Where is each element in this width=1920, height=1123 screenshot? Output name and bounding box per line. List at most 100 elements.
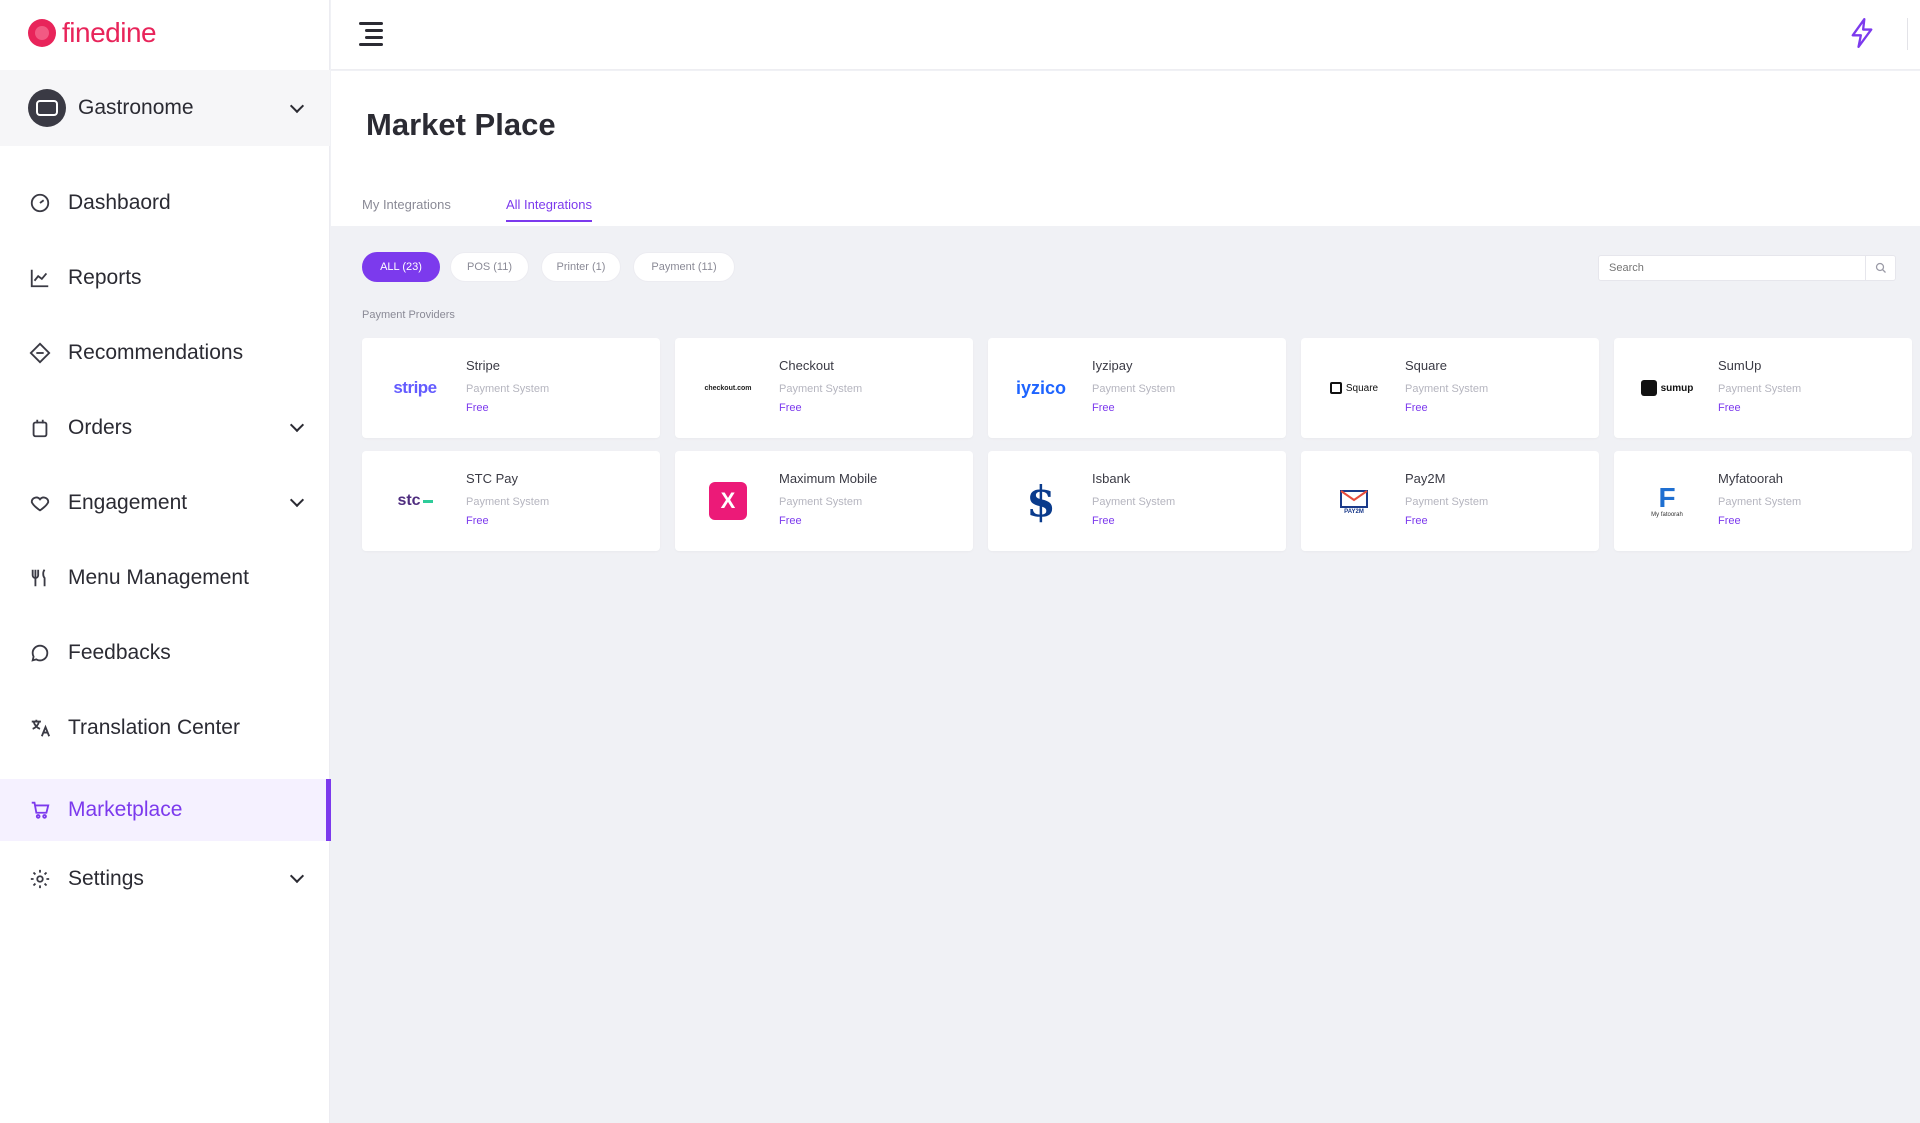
sidebar-item-reports[interactable]: Reports xyxy=(0,240,330,315)
sidebar-item-label: Orders xyxy=(68,415,133,439)
integration-type: Payment System xyxy=(466,496,550,508)
integration-card-stc-pay[interactable]: stc STC Pay Payment System Free xyxy=(362,451,660,551)
iyzico-logo: iyzico xyxy=(1015,377,1067,398)
integration-name: Iyzipay xyxy=(1092,358,1133,373)
sidebar-item-label: Marketplace xyxy=(68,798,183,821)
integration-price: Free xyxy=(1718,402,1741,414)
integration-name: SumUp xyxy=(1718,358,1762,373)
isbank-logo: $ xyxy=(1026,476,1056,526)
search-input[interactable] xyxy=(1599,256,1865,280)
integration-card-checkout[interactable]: checkout.com Checkout Payment System Fre… xyxy=(675,338,973,438)
sidebar-item-settings[interactable]: Settings xyxy=(0,841,330,916)
search-icon xyxy=(1875,262,1886,273)
page-header: Market Place My Integrations All Integra… xyxy=(331,71,1920,226)
divider xyxy=(1907,18,1908,50)
integration-type: Payment System xyxy=(1092,383,1176,395)
sidebar-item-label: Menu Management xyxy=(68,565,249,589)
cutlery-icon xyxy=(28,566,52,590)
checkout-logo: checkout.com xyxy=(704,384,752,392)
sidebar-toggle-icon[interactable] xyxy=(355,20,385,46)
integration-type: Payment System xyxy=(1405,383,1489,395)
filter-chip-pos[interactable]: POS (11) xyxy=(450,252,529,282)
top-bar xyxy=(331,0,1920,70)
square-logo: Square xyxy=(1319,363,1389,413)
venue-avatar xyxy=(28,89,66,127)
integration-card-sumup[interactable]: sumup SumUp Payment System Free xyxy=(1614,338,1912,438)
myfatoorah-logo: F My fatoorah xyxy=(1651,482,1683,519)
sidebar: finedine Gastronome Dashbaord Reports Re… xyxy=(0,0,331,1123)
tab-all-integrations[interactable]: All Integrations xyxy=(506,197,592,222)
sidebar-item-orders[interactable]: Orders xyxy=(0,390,330,465)
chevron-down-icon xyxy=(289,417,305,433)
sidebar-item-label: Recommendations xyxy=(68,340,244,364)
brand-name: finedine xyxy=(62,17,157,48)
maximum-mobile-logo: X xyxy=(693,476,763,526)
integration-type: Payment System xyxy=(1718,383,1802,395)
filter-chip-printer[interactable]: Printer (1) xyxy=(541,252,621,282)
search-box xyxy=(1598,255,1896,281)
orders-icon xyxy=(28,416,52,440)
sidebar-item-engagement[interactable]: Engagement xyxy=(0,465,330,540)
venue-selector[interactable]: Gastronome xyxy=(0,70,330,146)
chevron-down-icon xyxy=(289,868,305,884)
sidebar-item-label: Translation Center xyxy=(68,715,240,739)
integration-price: Free xyxy=(779,515,802,527)
stripe-logo: stripe xyxy=(393,378,437,397)
sidebar-item-translation-center[interactable]: Translation Center xyxy=(0,690,330,765)
sidebar-item-label: Settings xyxy=(68,866,144,890)
integration-type: Payment System xyxy=(1405,496,1489,508)
heart-icon xyxy=(28,491,52,515)
stc-pay-logo: stc xyxy=(380,476,450,526)
page-title: Market Place xyxy=(366,107,556,142)
integration-name: Maximum Mobile xyxy=(779,471,878,486)
filter-chip-all[interactable]: ALL (23) xyxy=(362,252,440,282)
sidebar-item-recommendations[interactable]: Recommendations xyxy=(0,315,330,390)
integration-card-stripe[interactable]: stripe Stripe Payment System Free xyxy=(362,338,660,438)
integration-type: Payment System xyxy=(1718,496,1802,508)
cart-icon xyxy=(28,798,52,822)
integration-name: STC Pay xyxy=(466,471,519,486)
integration-price: Free xyxy=(1092,515,1115,527)
gear-icon xyxy=(28,867,52,891)
integration-name: Stripe xyxy=(466,358,500,373)
diamond-icon xyxy=(28,341,52,365)
sumup-logo: sumup xyxy=(1632,363,1702,413)
integration-price: Free xyxy=(1405,515,1428,527)
venue-name: Gastronome xyxy=(78,96,194,119)
sidebar-nav: Dashbaord Reports Recommendations Orders… xyxy=(0,165,331,916)
integration-price: Free xyxy=(779,402,802,414)
integration-card-pay2m[interactable]: PAY2M Pay2M Payment System Free xyxy=(1301,451,1599,551)
sidebar-item-dashboard[interactable]: Dashbaord xyxy=(0,165,330,240)
integration-card-square[interactable]: Square Square Payment System Free xyxy=(1301,338,1599,438)
integration-name: Isbank xyxy=(1092,471,1131,486)
integration-name: Checkout xyxy=(779,358,834,373)
integration-card-iyzipay[interactable]: iyzico Iyzipay Payment System Free xyxy=(988,338,1286,438)
sidebar-item-menu-management[interactable]: Menu Management xyxy=(0,540,330,615)
sidebar-item-label: Reports xyxy=(68,265,142,289)
chevron-down-icon xyxy=(289,492,305,508)
integration-price: Free xyxy=(1405,402,1428,414)
section-title: Payment Providers xyxy=(362,309,455,321)
sidebar-item-label: Dashbaord xyxy=(68,190,171,214)
gauge-icon xyxy=(28,191,52,215)
sidebar-item-marketplace[interactable]: Marketplace xyxy=(0,779,331,841)
tab-my-integrations[interactable]: My Integrations xyxy=(362,197,451,220)
integration-name: Square xyxy=(1405,358,1447,373)
integration-type: Payment System xyxy=(1092,496,1176,508)
sidebar-item-feedbacks[interactable]: Feedbacks xyxy=(0,615,330,690)
lightning-icon[interactable] xyxy=(1848,18,1876,48)
integration-card-isbank[interactable]: $ Isbank Payment System Free xyxy=(988,451,1286,551)
pay2m-logo: PAY2M xyxy=(1319,476,1389,526)
integration-type: Payment System xyxy=(779,383,863,395)
search-button[interactable] xyxy=(1865,256,1895,280)
chevron-down-icon xyxy=(289,98,305,113)
brand-logo[interactable]: finedine xyxy=(28,17,157,48)
chat-icon xyxy=(28,641,52,665)
integration-card-maximum-mobile[interactable]: X Maximum Mobile Payment System Free xyxy=(675,451,973,551)
integration-type: Payment System xyxy=(466,383,550,395)
integration-price: Free xyxy=(1718,515,1741,527)
integration-card-myfatoorah[interactable]: F My fatoorah Myfatoorah Payment System … xyxy=(1614,451,1912,551)
integration-name: Pay2M xyxy=(1405,471,1446,486)
filter-chip-payment[interactable]: Payment (11) xyxy=(633,252,735,282)
integration-price: Free xyxy=(466,402,489,414)
